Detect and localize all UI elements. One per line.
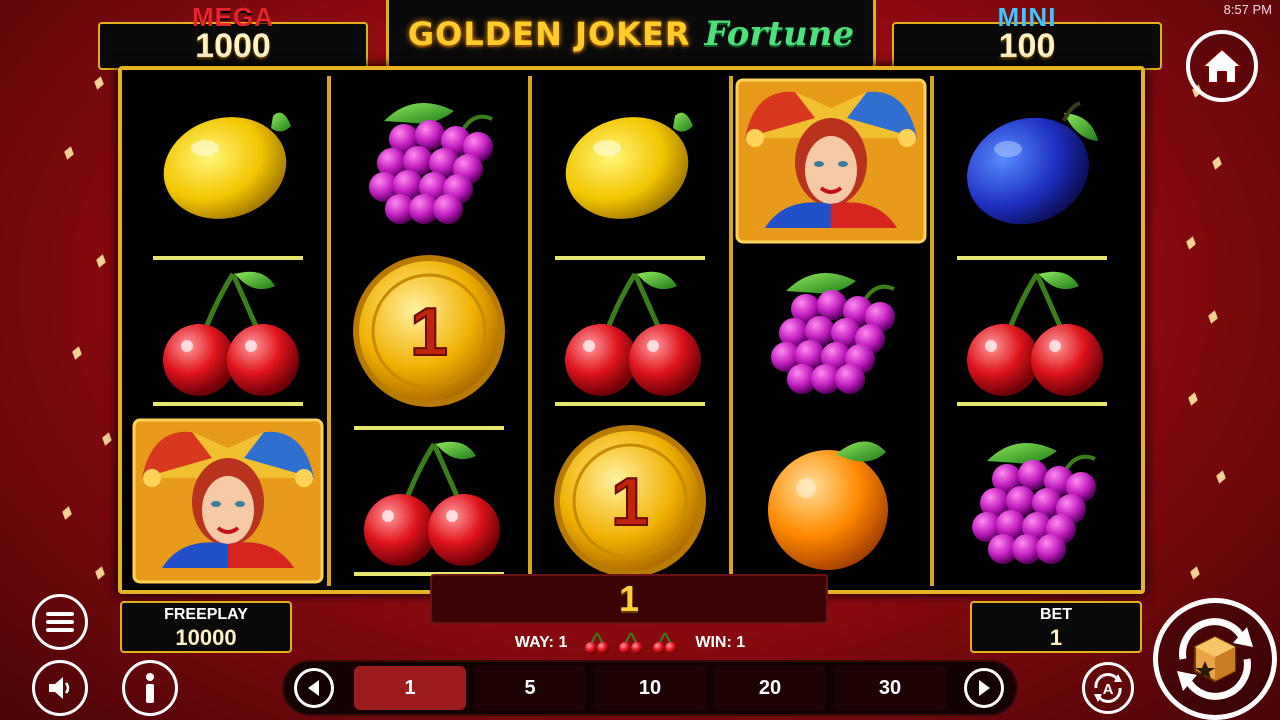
- orange-symbol: [733, 416, 929, 586]
- bet-option-5[interactable]: 5: [474, 666, 586, 710]
- info-icon: [146, 673, 154, 703]
- win-amount: WIN: 1: [695, 634, 746, 651]
- prev-arrow-icon: [308, 680, 319, 696]
- coin-symbol: 1: [532, 416, 728, 586]
- reel-2: 1: [331, 76, 527, 586]
- mini-jackpot: MINI 100: [892, 2, 1162, 70]
- bet-display: BET 1: [970, 601, 1142, 653]
- cherry-icon: [653, 632, 678, 654]
- home-icon: [1201, 48, 1243, 84]
- lemon-symbol: [532, 76, 728, 246]
- cherry-icon: [619, 632, 644, 654]
- next-bet-button[interactable]: [964, 668, 1004, 708]
- home-button[interactable]: [1186, 30, 1258, 102]
- cherry-symbol: [130, 246, 326, 416]
- reel-4: [733, 76, 929, 586]
- freeplay-value: 10000: [175, 625, 237, 650]
- reel-1: [130, 76, 326, 586]
- freeplay-balance: FREEPLAY 10000: [120, 601, 292, 653]
- sound-icon: [49, 677, 70, 699]
- autoplay-icon: A: [1094, 673, 1122, 703]
- cherry-symbol: [331, 416, 527, 586]
- cherry-symbol: [934, 246, 1130, 416]
- spin-button[interactable]: [1153, 598, 1277, 720]
- coin-value: 1: [410, 294, 448, 370]
- sound-button[interactable]: [32, 660, 88, 716]
- logo-title: GOLDEN JOKER: [407, 14, 691, 53]
- bet-option-30[interactable]: 30: [834, 666, 946, 710]
- lemon-symbol: [130, 76, 326, 246]
- menu-icon: [46, 612, 74, 632]
- svg-text:A: A: [1103, 681, 1114, 698]
- bet-value: 1: [1049, 625, 1063, 650]
- autoplay-button[interactable]: A: [1082, 662, 1134, 714]
- win-line-info: WAY: 1 WIN: 1: [480, 630, 780, 656]
- freeplay-label: FREEPLAY: [164, 606, 248, 623]
- cherry-icon: [585, 632, 610, 654]
- reel-5: [934, 76, 1130, 586]
- next-arrow-icon: [979, 680, 990, 696]
- grapes-symbol: [733, 246, 929, 416]
- joker-symbol: [130, 416, 326, 586]
- menu-button[interactable]: [32, 594, 88, 650]
- grapes-symbol: [331, 76, 527, 246]
- info-button[interactable]: [122, 660, 178, 716]
- bet-label: BET: [1040, 606, 1072, 623]
- spin-icon: [1177, 618, 1253, 700]
- joker-symbol: [733, 76, 929, 246]
- cherry-symbol: [532, 246, 728, 416]
- grapes-symbol: [934, 416, 1130, 586]
- status-clock: 8:57 PM: [1223, 2, 1272, 17]
- cherry-icons: [583, 631, 679, 655]
- prev-bet-button[interactable]: [294, 668, 334, 708]
- game-logo: GOLDEN JOKER Fortune: [386, 0, 876, 70]
- way-count: WAY: 1: [514, 634, 568, 651]
- mega-jackpot-label: MEGA: [192, 2, 274, 32]
- mini-jackpot-label: MINI: [997, 2, 1057, 32]
- win-display: 1: [430, 574, 828, 624]
- bet-option-10[interactable]: 10: [594, 666, 706, 710]
- reel-3: 1: [532, 76, 728, 586]
- coin-value: 1: [611, 464, 649, 540]
- coin-symbol: 1: [331, 246, 527, 416]
- plum-symbol: [934, 76, 1130, 246]
- reel-area: 11: [118, 66, 1145, 594]
- logo-subtitle: Fortune: [704, 13, 855, 54]
- bet-option-20[interactable]: 20: [714, 666, 826, 710]
- bet-option-1[interactable]: 1: [354, 666, 466, 710]
- mega-jackpot: MEGA 1000: [98, 2, 368, 70]
